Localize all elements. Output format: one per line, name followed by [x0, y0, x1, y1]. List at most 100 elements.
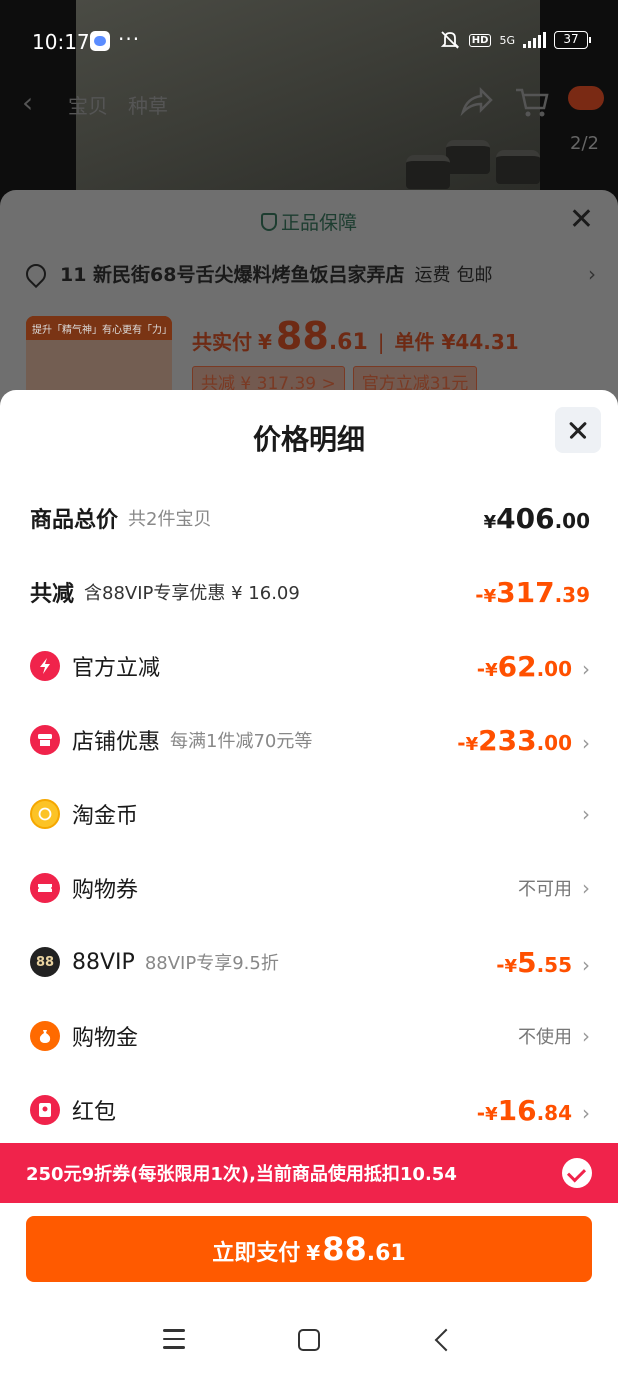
row-label: 淘金币	[72, 804, 139, 829]
price-currency: ¥	[258, 330, 272, 354]
row-shopping-gold[interactable]: 购物金 不使用 ›	[30, 1006, 590, 1066]
product-jar	[446, 140, 490, 174]
row-amount: - ¥5.55	[496, 946, 572, 979]
row-sub: 含88VIP专享优惠 ¥ 16.09	[84, 583, 300, 604]
chevron-right-icon: ›	[582, 730, 590, 755]
amount-decimal: .55	[536, 952, 572, 977]
system-nav-bar	[0, 1303, 618, 1375]
row-label: 官方立减	[72, 656, 161, 681]
amount-integer: 5	[517, 945, 537, 979]
row-red-packet[interactable]: 红包 - ¥16.84 ›	[30, 1080, 590, 1140]
chevron-right-icon: ›	[582, 656, 590, 681]
amount-sign: -	[476, 656, 486, 681]
price-label: 共实付	[192, 330, 252, 354]
check-icon[interactable]	[562, 1158, 592, 1188]
amount-sign: -	[476, 1100, 486, 1125]
store-icon	[30, 725, 60, 755]
back-icon[interactable]: ‹	[22, 86, 33, 119]
row-total-discount: 共减 含88VIP专享优惠 ¥ 16.09 - ¥317.39	[30, 562, 590, 622]
address-text: 11 新民街68号舌尖爆料烤鱼饭吕家弄店	[60, 264, 405, 286]
chevron-right-icon: ›	[582, 876, 590, 900]
more-notifications-icon: ···	[118, 27, 141, 51]
row-official-discount[interactable]: 官方立减 - ¥62.00 ›	[30, 636, 590, 696]
row-status: 不可用	[518, 879, 572, 900]
amount-decimal: .00	[554, 508, 590, 533]
battery-icon: 37	[554, 31, 591, 49]
row-shopping-voucher[interactable]: 购物券 不可用 ›	[30, 858, 590, 918]
tab-baobei[interactable]: 宝贝	[68, 90, 108, 119]
signal-icon	[523, 32, 546, 48]
status-icons: HD 5G 37	[439, 30, 591, 50]
red-packet-icon	[30, 1095, 60, 1125]
mute-icon	[440, 31, 459, 49]
row-label: 88VIP	[72, 949, 135, 975]
amount-integer: 233	[478, 723, 537, 757]
shield-icon	[260, 213, 277, 231]
home-icon[interactable]	[298, 1329, 320, 1351]
cart-icon[interactable]	[512, 82, 552, 122]
coupon-banner[interactable]: 250元9折券(每张限用1次),当前商品使用抵扣10.54	[0, 1143, 618, 1203]
row-label: 购物金	[72, 1026, 139, 1051]
row-status: 不使用	[518, 1027, 572, 1048]
row-amount: - ¥62.00	[477, 650, 572, 683]
row-label: 购物券	[72, 878, 139, 903]
row-goods-total: 商品总价 共2件宝贝 ¥406.00	[30, 488, 590, 548]
row-label: 共减	[30, 582, 75, 607]
guarantee-banner: 正品保障	[0, 208, 618, 235]
amount-integer: 317	[496, 575, 555, 609]
row-taojinbi[interactable]: 淘金币 ›	[30, 784, 590, 844]
row-amount: ¥406.00	[484, 502, 590, 535]
price-separator: |	[377, 330, 385, 354]
status-bar: 10:17 ··· HD 5G 37	[0, 0, 618, 86]
shipping-label: 运费	[414, 264, 451, 286]
chevron-right-icon: ›	[582, 802, 590, 826]
coin-icon	[30, 799, 60, 829]
amount-decimal: .39	[554, 582, 590, 607]
back-arrow-icon[interactable]	[434, 1328, 458, 1352]
bolt-icon	[30, 651, 60, 681]
app-notification-icon	[90, 31, 110, 51]
row-amount: - ¥317.39	[475, 576, 590, 609]
network-type: 5G	[499, 33, 515, 47]
amount-currency: ¥	[485, 1103, 498, 1125]
address-row[interactable]: 11 新民街68号舌尖爆料烤鱼饭吕家弄店 运费 包邮 ›	[21, 259, 596, 288]
chevron-right-icon: ›	[582, 952, 590, 977]
amount-decimal: .00	[536, 730, 572, 755]
location-pin-icon	[21, 259, 51, 288]
order-sheet-close-icon[interactable]: ✕	[569, 202, 594, 237]
order-total: 共实付 ¥ 88 .61 | 单件 ¥44.31	[192, 314, 519, 358]
share-icon[interactable]	[455, 82, 495, 122]
guarantee-text: 正品保障	[280, 212, 357, 234]
amount-currency: ¥	[465, 733, 479, 755]
pay-now-button[interactable]: 立即支付 ¥ 88 .61	[26, 1216, 592, 1282]
row-88vip[interactable]: 88 88VIP 88VIP专享9.5折 - ¥5.55 ›	[30, 932, 590, 992]
unit-price: 单件 ¥44.31	[394, 330, 519, 354]
chevron-right-icon: ›	[582, 1024, 590, 1048]
pay-area: 立即支付 ¥ 88 .61	[0, 1203, 618, 1303]
amount-integer: 406	[496, 501, 555, 535]
row-label: 红包	[72, 1100, 117, 1125]
price-decimal: .61	[328, 330, 368, 355]
hd-badge: HD	[468, 33, 492, 47]
row-label: 店铺优惠	[72, 730, 161, 755]
amount-sign: -	[496, 952, 505, 977]
pay-amount-integer: 88	[322, 1230, 367, 1268]
menu-icon[interactable]	[163, 1329, 185, 1349]
amount-currency: ¥	[483, 511, 497, 533]
amount-currency: ¥	[504, 955, 518, 977]
coupon-text: 250元9折券(每张限用1次),当前商品使用抵扣10.54	[26, 1164, 457, 1185]
price-integer: 88	[275, 314, 329, 358]
amount-sign: -	[475, 582, 484, 607]
status-time: 10:17	[32, 30, 90, 54]
row-amount: - ¥233.00	[457, 724, 572, 757]
row-sub: 共2件宝贝	[128, 509, 212, 530]
row-amount: - ¥16.84	[477, 1094, 572, 1127]
chevron-right-icon: ›	[582, 1100, 590, 1125]
vip-icon: 88	[30, 947, 60, 977]
row-store-discount[interactable]: 店铺优惠 每满1件减70元等 - ¥233.00 ›	[30, 710, 590, 770]
tab-zhongcao[interactable]: 种草	[128, 90, 168, 119]
amount-currency: ¥	[483, 585, 497, 607]
pay-label: 立即支付	[212, 1241, 301, 1266]
message-icon[interactable]	[568, 86, 604, 110]
close-icon[interactable]	[555, 407, 601, 453]
